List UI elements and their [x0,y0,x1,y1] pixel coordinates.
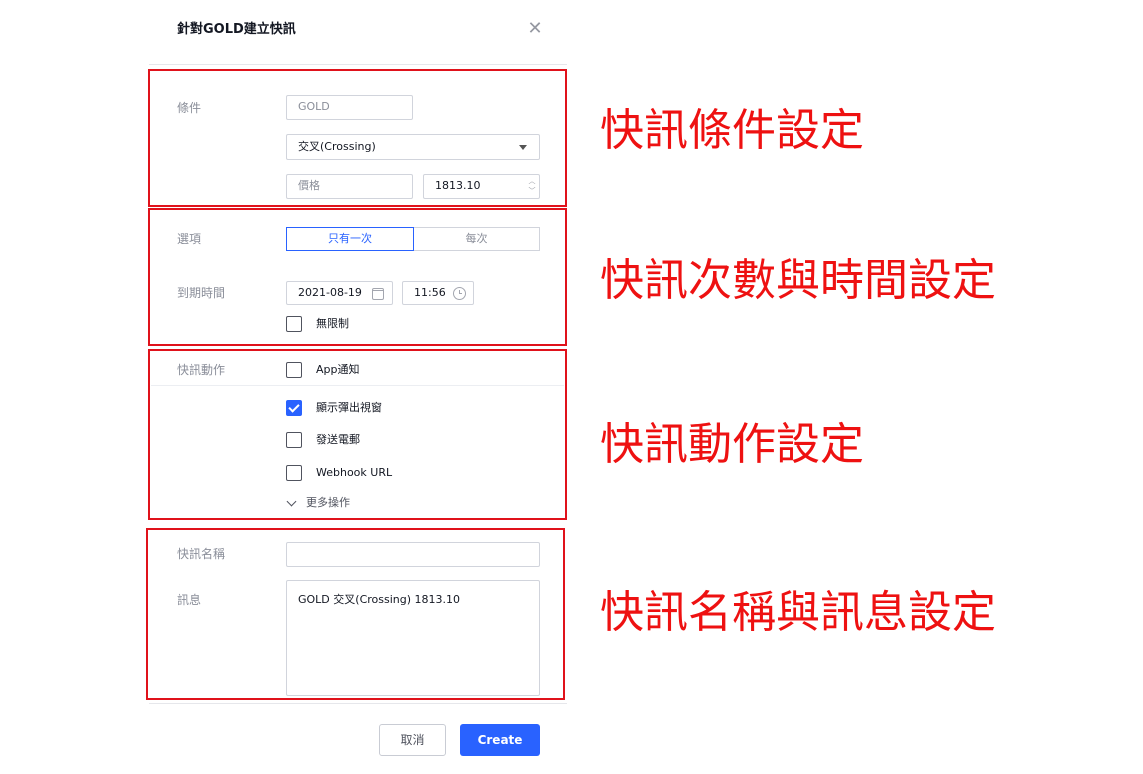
annotation-actions: 快訊動作設定 [600,419,864,470]
annotation-conditions: 快訊條件設定 [600,105,864,156]
footer-divider [149,703,567,704]
conditions-highlight-box [148,69,567,207]
annotation-frequency-time: 快訊次數與時間設定 [600,255,996,306]
frequency-once-button[interactable]: 只有一次 [286,227,414,251]
dialog-title: 針對GOLD建立快訊 [177,22,296,37]
create-button[interactable]: Create [460,724,540,756]
close-icon[interactable]: ✕ [525,18,545,40]
actions-highlight-box [148,349,567,520]
name-message-highlight-box [146,528,565,700]
annotation-name-message: 快訊名稱與訊息設定 [600,587,996,638]
cancel-button[interactable]: 取消 [379,724,446,756]
header-divider [149,64,567,65]
